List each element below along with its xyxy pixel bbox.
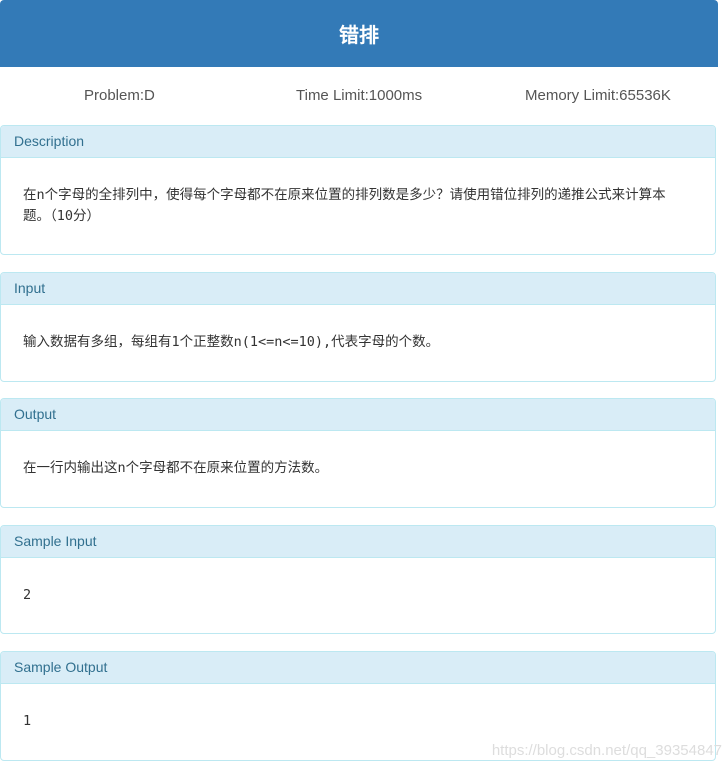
output-text: 在一行内输出这n个字母都不在原来位置的方法数。: [23, 460, 329, 476]
time-limit: Time Limit:1000ms: [296, 87, 423, 104]
sample-input-text: 2: [23, 587, 32, 603]
problem-id: Problem:D: [84, 87, 155, 104]
output-heading: Output: [1, 399, 715, 431]
output-panel: Output 在一行内输出这n个字母都不在原来位置的方法数。: [0, 398, 716, 508]
memory-limit: Memory Limit:65536K: [525, 87, 671, 104]
input-panel: Input 输入数据有多组，每组有1个正整数n(1<=n<=10),代表字母的个…: [0, 272, 716, 382]
input-text: 输入数据有多组，每组有1个正整数n(1<=n<=10),代表字母的个数。: [23, 334, 440, 350]
problem-title: 错排: [0, 0, 718, 67]
description-text: 在n个字母的全排列中，使得每个字母都不在原来位置的排列数是多少？请使用错位排列的…: [23, 187, 666, 224]
sample-output-text: 1: [23, 713, 32, 729]
sample-input-panel: Sample Input 2: [0, 525, 716, 634]
watermark: https://blog.csdn.net/qq_39354847: [491, 742, 722, 759]
description-panel: Description 在n个字母的全排列中，使得每个字母都不在原来位置的排列数…: [0, 125, 716, 255]
sample-input-heading: Sample Input: [1, 526, 715, 558]
input-heading: Input: [1, 273, 715, 305]
problem-meta: Problem:D Time Limit:1000ms Memory Limit…: [0, 67, 718, 125]
description-heading: Description: [1, 126, 715, 158]
sample-output-heading: Sample Output: [1, 652, 715, 684]
